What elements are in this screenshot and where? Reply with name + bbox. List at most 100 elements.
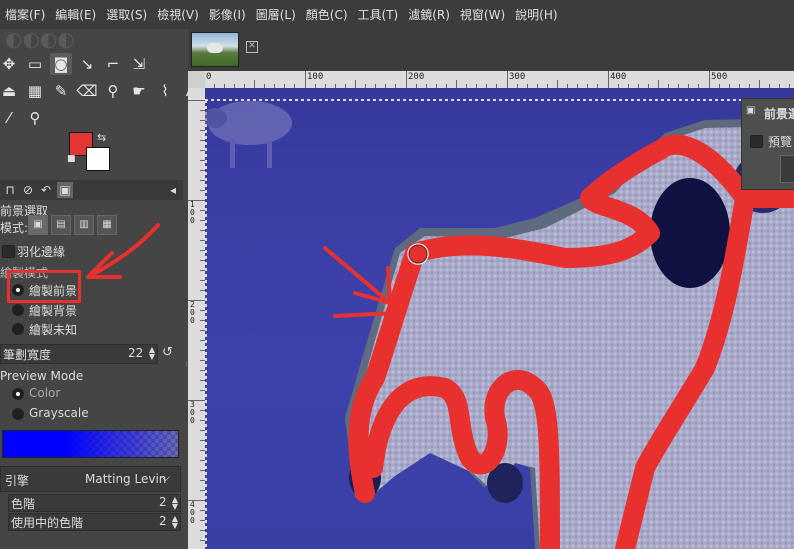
menu-item-1[interactable]: 編輯(E)	[50, 6, 101, 23]
menu-bar: 檔案(F) 編輯(E) 選取(S) 檢視(V) 影像(I) 圖層(L) 顏色(C) 工具(T)…	[0, 0, 794, 29]
menu-item-6[interactable]: 顏色(C)	[301, 6, 353, 23]
images-tab-icon[interactable]: ▣	[57, 182, 73, 198]
close-image-tab-icon[interactable]: ✕	[246, 41, 258, 53]
smudge-tool-icon[interactable]: ☛	[128, 80, 150, 102]
draw-unknown-radio[interactable]	[12, 323, 24, 335]
stroke-width-field[interactable]: 筆劃寬度 22 ▲ ▼	[0, 344, 158, 364]
unified-transform-tool-icon[interactable]: ⇲	[128, 53, 150, 75]
ruler-minor-tick	[188, 300, 205, 301]
clone-tool-icon[interactable]: ⚲	[102, 80, 124, 102]
ruler-minor-tick	[658, 80, 659, 88]
ruler-label: 0	[206, 72, 212, 82]
ruler-corner	[188, 71, 205, 88]
lamb-head	[650, 178, 730, 288]
ruler-minor-tick	[759, 80, 760, 88]
ruler-tick	[709, 71, 710, 88]
red-arrow-annotation	[86, 223, 160, 279]
gradient-tool-icon[interactable]: ▦	[24, 80, 46, 102]
menu-item-0[interactable]: 檔案(F)	[0, 6, 50, 23]
image-tab-thumbnail[interactable]	[191, 32, 239, 67]
engine-select[interactable]: 引擎 Matting Levin ⌵	[0, 466, 181, 492]
levels-value: 2	[159, 495, 167, 509]
engine-label: 引擎	[5, 474, 30, 488]
ruler-minor-tick	[188, 500, 205, 501]
preview-mode-label: Preview Mode	[0, 369, 84, 383]
device-status-tab-icon[interactable]: ⊘	[20, 182, 36, 198]
background-lamb	[205, 101, 292, 168]
menu-item-10[interactable]: 說明(H)	[510, 6, 562, 23]
draw-background-radio[interactable]	[12, 304, 24, 316]
zoom-tool-icon[interactable]: ⚲	[24, 107, 46, 129]
preview-grayscale-radio[interactable]	[12, 408, 24, 420]
preview-checkbox[interactable]	[750, 135, 763, 148]
draw-background-label: 繪製背景	[29, 304, 78, 318]
menu-item-8[interactable]: 濾鏡(R)	[403, 6, 455, 23]
menu-item-3[interactable]: 檢視(V)	[152, 6, 204, 23]
feather-edges-label: 羽化邊緣	[17, 245, 66, 259]
rect-select-tool-icon[interactable]: ▭	[24, 53, 46, 75]
ruler-label: 0	[190, 208, 195, 217]
dialog-button[interactable]	[780, 155, 794, 183]
dock-tab-bar: ⊓ ⊘ ↶ ▣ ◂	[0, 180, 183, 200]
undo-history-tab-icon[interactable]: ↶	[38, 182, 54, 198]
ruler-minor-tick	[188, 100, 205, 101]
menu-item-4[interactable]: 影像(I)	[204, 6, 251, 23]
horizontal-ruler: 0 100 200 300 400 500	[188, 71, 794, 88]
preview-color-label: Color	[29, 386, 61, 400]
background-color-swatch[interactable]	[86, 147, 110, 171]
mode-replace-icon[interactable]: ▣	[28, 215, 48, 235]
ruler-label: 0	[190, 408, 195, 417]
paintbrush-tool-icon[interactable]: ✎	[50, 80, 72, 102]
ruler-label: 0	[190, 308, 195, 317]
preview-label: 預覽	[768, 135, 793, 149]
paths-tool-icon[interactable]: ⌇	[154, 80, 176, 102]
active-levels-field[interactable]: 使用中的色階 2 ▲ ▼	[8, 513, 181, 531]
ruler-label: 1	[190, 200, 195, 209]
menu-item-2[interactable]: 選取(S)	[101, 6, 152, 23]
tool-options-tab-icon[interactable]: ⊓	[2, 182, 18, 198]
canvas-image	[205, 99, 794, 549]
mode-add-icon[interactable]: ▤	[51, 215, 71, 235]
menu-item-7[interactable]: 工具(T)	[353, 6, 404, 23]
ruler-label: 3	[190, 400, 195, 409]
ruler-label: 400	[610, 72, 627, 82]
menu-item-9[interactable]: 視窗(W)	[455, 6, 510, 23]
ruler-label: 4	[190, 500, 195, 509]
dialog-title: 前景選	[764, 107, 794, 121]
eraser-tool-icon[interactable]: ⌫	[76, 80, 98, 102]
draw-unknown-label: 繪製未知	[29, 323, 78, 337]
engine-value: Matting Levin	[85, 472, 167, 486]
ruler-tick	[406, 71, 407, 88]
dock-menu-icon[interactable]: ◂	[165, 182, 181, 198]
ruler-minor-tick	[456, 80, 457, 88]
preview-grayscale-label: Grayscale	[29, 406, 89, 420]
feather-edges-checkbox[interactable]	[2, 245, 15, 258]
reset-colors-icon[interactable]: ■	[67, 154, 76, 164]
menu-item-5[interactable]: 圖層(L)	[251, 6, 301, 23]
levels-field[interactable]: 色階 2 ▲ ▼	[8, 494, 181, 512]
flip-tool-icon[interactable]: ⏏	[0, 80, 20, 102]
ruler-minor-tick	[254, 80, 255, 88]
move-tool-icon[interactable]: ✥	[0, 53, 20, 75]
foreground-select-tool-icon[interactable]: ◙	[50, 53, 72, 75]
vertical-ruler: 100200300400	[188, 88, 205, 549]
ruler-minor-tick	[188, 400, 205, 401]
measure-tool-icon[interactable]: ↘	[76, 53, 98, 75]
stroke-width-spin-icon[interactable]: ▲ ▼	[149, 346, 155, 361]
active-levels-spin-icon[interactable]: ▲ ▼	[172, 515, 178, 530]
toolbox-handle: ◐◐◐◐	[5, 27, 75, 51]
levels-spin-icon[interactable]: ▲ ▼	[172, 496, 178, 511]
color-picker-tool-icon[interactable]: ⁄	[0, 107, 20, 129]
ruler-tick	[305, 71, 306, 88]
foreground-select-dialog: ▣ 前景選 預覽	[741, 98, 794, 190]
mask-color-button[interactable]	[2, 430, 179, 458]
ruler-tick	[608, 71, 609, 88]
preview-color-radio[interactable]	[12, 388, 24, 400]
crop-tool-icon[interactable]: ⌐	[102, 53, 124, 75]
reset-stroke-icon[interactable]: ↺	[162, 345, 173, 360]
ruler-minor-tick	[557, 80, 558, 88]
image-canvas[interactable]	[205, 88, 794, 549]
ruler-label: 500	[711, 72, 728, 82]
ruler-label: 0	[190, 508, 195, 517]
swap-colors-icon[interactable]: ⇆	[97, 131, 106, 144]
